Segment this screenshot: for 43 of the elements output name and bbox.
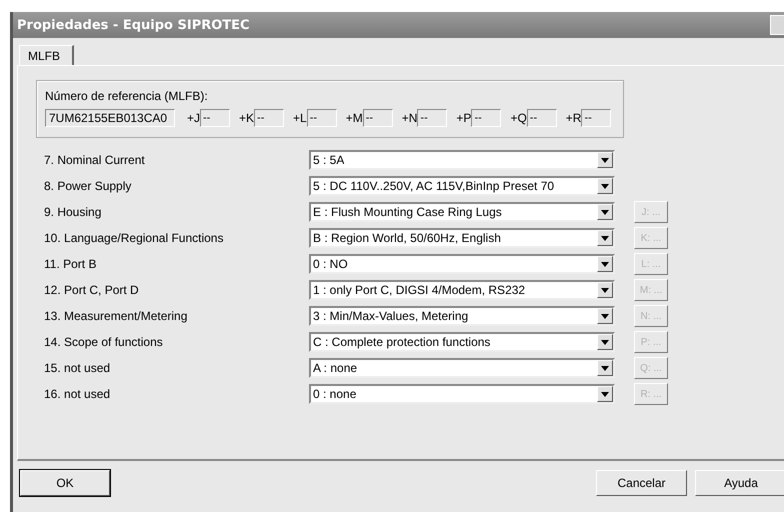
option-label: 9. Housing bbox=[43, 205, 102, 219]
suffix-field[interactable]: -- bbox=[254, 109, 284, 127]
option-label: 11. Port B bbox=[43, 257, 98, 271]
dialog-button[interactable]: Ayuda bbox=[695, 470, 784, 496]
suffix-field[interactable]: -- bbox=[471, 109, 502, 127]
window-title: Propiedades - Equipo SIPROTEC bbox=[17, 18, 250, 32]
suffix-label: +J bbox=[187, 111, 200, 125]
suffix-field[interactable]: -- bbox=[200, 109, 230, 127]
dialog-button[interactable]: OK bbox=[20, 470, 110, 496]
suffix-label: +L bbox=[293, 111, 307, 125]
option-dropdown[interactable]: 1 : only Port C, DIGSI 4/Modem, RS232 bbox=[309, 280, 615, 300]
option-label: 15. not used bbox=[43, 361, 112, 375]
option-dropdown[interactable]: 5 : DC 110V..250V, AC 115V,BinInp Preset 70 bbox=[309, 176, 615, 196]
option-dropdown[interactable]: E : Flush Mounting Case Ring Lugs bbox=[309, 202, 615, 222]
option-dropdown[interactable]: 0 : NO bbox=[309, 254, 615, 274]
option-label: 12. Port C, Port D bbox=[43, 283, 140, 297]
suffix-field[interactable]: -- bbox=[526, 109, 557, 127]
tab[interactable]: MLFB bbox=[19, 45, 74, 65]
option-label: 7. Nominal Current bbox=[43, 153, 146, 167]
suffix-field[interactable]: -- bbox=[417, 109, 448, 127]
option-dropdown[interactable]: A : none bbox=[309, 358, 615, 378]
dialog-button[interactable]: Cancelar bbox=[596, 470, 687, 496]
option-label: 14. Scope of functions bbox=[43, 335, 164, 349]
suffix-field[interactable]: -- bbox=[306, 109, 337, 127]
option-label: 8. Power Supply bbox=[43, 179, 132, 193]
suffix-label: +K bbox=[239, 111, 254, 125]
suffix-label: +P bbox=[456, 111, 472, 125]
suffix-field[interactable]: -- bbox=[581, 109, 612, 127]
suffix-label: +R bbox=[566, 111, 582, 125]
option-dropdown[interactable]: 5 : 5A bbox=[309, 150, 615, 170]
option-label: 16. not used bbox=[43, 387, 112, 401]
suffix-label: +Q bbox=[510, 111, 527, 125]
option-label: 10. Language/Regional Functions bbox=[43, 231, 224, 245]
option-label: 13. Measurement/Metering bbox=[43, 309, 188, 323]
suffix-label: +N bbox=[402, 111, 418, 125]
option-dropdown[interactable]: C : Complete protection functions bbox=[309, 332, 615, 352]
suffix-field[interactable]: -- bbox=[362, 109, 393, 127]
suffix-label: +M bbox=[346, 111, 363, 125]
reference-label: Número de referencia (MLFB): bbox=[45, 89, 209, 103]
option-dropdown[interactable]: 0 : none bbox=[309, 384, 615, 404]
option-dropdown[interactable]: 3 : Min/Max-Values, Metering bbox=[309, 306, 615, 326]
reference-field[interactable]: 7UM62155EB013CA0 bbox=[45, 109, 175, 127]
option-dropdown[interactable]: B : Region World, 50/60Hz, English bbox=[309, 228, 615, 248]
